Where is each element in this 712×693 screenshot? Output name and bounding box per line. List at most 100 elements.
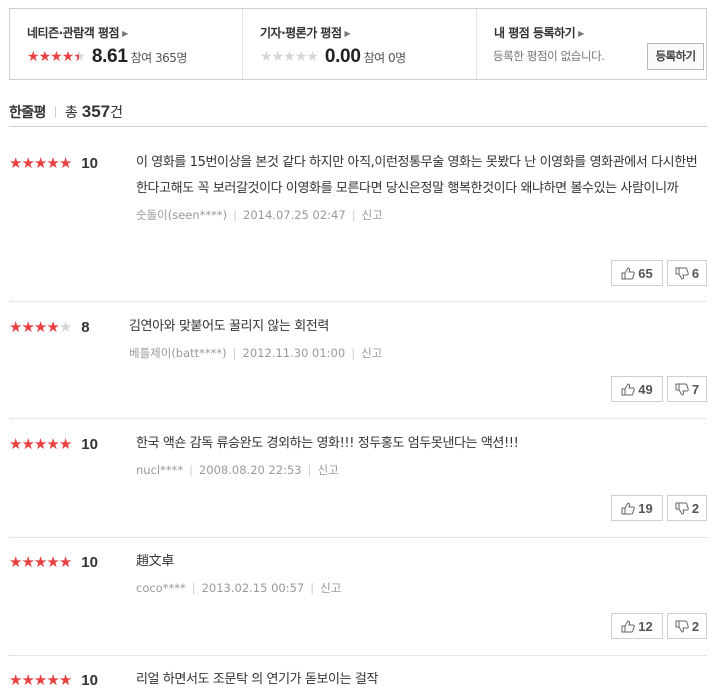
like-button[interactable]: 19 <box>611 495 663 521</box>
review-text: 리얼 하면서도 조문탁 의 연기가 돋보이는 걸작 <box>136 672 379 687</box>
netizen-rating: 네티즌·관람객 평점 ▶ ★ ★ ★ ★ ★ 8.61 참여 365명 <box>10 9 242 79</box>
review-stars: ★ ★ ★ ★ ★ 10 <box>9 672 98 689</box>
star-icon: ★ <box>61 49 75 65</box>
caret-right-icon: ▶ <box>122 29 128 38</box>
critic-rating-title[interactable]: 기자·평론가 평점 ▶ <box>260 24 351 41</box>
star-icon: ★ <box>9 553 22 571</box>
review-date: 2008.08.20 22:53 <box>198 463 302 477</box>
star-icon: ★ <box>294 49 308 65</box>
like-button[interactable]: 49 <box>611 376 663 402</box>
review-date: 2014.07.25 02:47 <box>243 208 346 222</box>
my-rating-empty-text: 등록한 평점이 없습니다. <box>493 49 605 63</box>
thumbs-up-icon <box>621 382 636 395</box>
thumbs-down-icon <box>675 502 689 515</box>
dislike-count: 2 <box>691 500 700 516</box>
netizen-score: 8.61 <box>91 46 128 67</box>
dislike-button[interactable]: 2 <box>667 613 707 639</box>
star-icon: ★ <box>27 49 40 65</box>
review-text: 김연아와 맞붙어도 꿀리지 않는 회전력 <box>129 319 329 334</box>
like-count: 12 <box>638 618 653 634</box>
netizen-participants: 참여 365명 <box>130 50 188 65</box>
star-icon: ★ <box>58 154 72 172</box>
star-icon: ★ <box>33 553 47 571</box>
review-score: 10 <box>81 155 98 172</box>
thumbs-down-icon <box>675 267 689 280</box>
review-total: 총 357건 <box>64 101 123 121</box>
review-score: 10 <box>81 672 98 689</box>
thumbs-up-icon <box>621 266 636 279</box>
register-rating-button[interactable]: 등록하기 <box>647 43 704 70</box>
dislike-button[interactable]: 7 <box>667 376 707 402</box>
star-icon: ★ <box>46 671 59 689</box>
thumbs-up-icon <box>621 501 636 514</box>
star-icon: ★ <box>283 49 296 65</box>
critic-participants: 참여 0명 <box>363 50 407 65</box>
star-icon: ★ <box>33 435 47 453</box>
review-date: 2013.02.15 00:57 <box>201 581 305 595</box>
my-rating-title[interactable]: 내 평점 등록하기 ▶ <box>494 24 584 41</box>
divider <box>54 105 56 118</box>
divider <box>9 418 707 419</box>
review-author[interactable]: coco**** <box>136 581 186 595</box>
review-text: 한국 액숀 감독 류승완도 경외하는 영화!!! 정두홍도 엄두못낸다는 액션!… <box>136 436 519 451</box>
review-meta: 베틀제이(batt****) | 2012.11.30 01:00 | 신고 <box>129 346 383 360</box>
star-icon: ★ <box>33 671 47 689</box>
star-icon: ★ <box>21 435 34 453</box>
star-icon: ★ <box>33 318 47 336</box>
review-meta: 숫돌이(seen****) | 2014.07.25 02:47 | 신고 <box>136 208 383 222</box>
star-icon: ★ <box>58 318 72 336</box>
divider <box>9 537 707 538</box>
review-stars: ★ ★ ★ ★ ★ 10 <box>9 554 98 571</box>
netizen-rating-title[interactable]: 네티즌·관람객 평점 ▶ <box>27 24 128 41</box>
star-icon: ★ <box>46 553 59 571</box>
caret-right-icon: ▶ <box>344 29 351 38</box>
like-button[interactable]: 12 <box>611 613 663 639</box>
critic-score: 0.00 <box>324 46 361 67</box>
report-link[interactable]: 신고 <box>318 463 339 477</box>
review-meta: coco**** | 2013.02.15 00:57 | 신고 <box>136 581 342 595</box>
like-button[interactable]: 65 <box>611 260 663 286</box>
report-link[interactable]: 신고 <box>320 581 341 595</box>
review-meta: nucl**** | 2008.08.20 22:53 | 신고 <box>136 463 339 477</box>
like-count: 49 <box>638 381 653 397</box>
netizen-stars: ★ ★ ★ ★ ★ <box>27 49 86 65</box>
dislike-count: 7 <box>691 381 700 397</box>
report-link[interactable]: 신고 <box>362 208 383 222</box>
star-icon: ★ <box>21 671 34 689</box>
star-icon: ★ <box>58 553 72 571</box>
dislike-button[interactable]: 6 <box>667 260 707 286</box>
star-icon: ★ <box>260 49 273 65</box>
review-score: 10 <box>81 554 98 571</box>
review-date: 2012.11.30 01:00 <box>242 346 346 360</box>
star-icon: ★ <box>58 435 72 453</box>
star-icon: ★ <box>271 49 285 65</box>
review-score: 8 <box>81 319 90 336</box>
star-icon: ★ <box>46 318 59 336</box>
like-count: 65 <box>638 265 653 281</box>
review-author[interactable]: 숫돌이(seen****) <box>136 208 227 222</box>
review-text: 이 영화를 15번이상을 본것 같다 하지만 아직,이런정통무술 영화는 못봤다… <box>136 155 698 196</box>
star-icon: ★ <box>9 318 22 336</box>
like-count: 19 <box>638 500 653 516</box>
dislike-button[interactable]: 2 <box>667 495 707 521</box>
star-icon: ★ <box>9 154 22 172</box>
divider <box>9 301 707 302</box>
review-stars: ★ ★ ★ ★ ★ 8 <box>9 319 90 336</box>
review-stars: ★ ★ ★ ★ ★ 10 <box>9 155 98 172</box>
critic-rating: 기자·평론가 평점 ▶ ★ ★ ★ ★ ★ 0.00 참여 0명 <box>242 9 476 79</box>
dislike-count: 2 <box>691 618 700 634</box>
dislike-count: 6 <box>691 265 700 281</box>
star-icon: ★ <box>21 553 34 571</box>
star-icon: ★ <box>50 49 63 65</box>
star-icon: ★ <box>306 49 319 65</box>
star-icon: ★ <box>21 154 34 172</box>
star-icon: ★ <box>46 435 59 453</box>
report-link[interactable]: 신고 <box>361 346 382 360</box>
thumbs-down-icon <box>675 620 689 633</box>
review-author[interactable]: 베틀제이(batt****) <box>129 346 227 360</box>
star-icon: ★ <box>46 154 59 172</box>
review-author[interactable]: nucl**** <box>136 463 183 477</box>
star-icon: ★ <box>58 671 72 689</box>
thumbs-down-icon <box>675 383 689 396</box>
review-score: 10 <box>81 436 98 453</box>
